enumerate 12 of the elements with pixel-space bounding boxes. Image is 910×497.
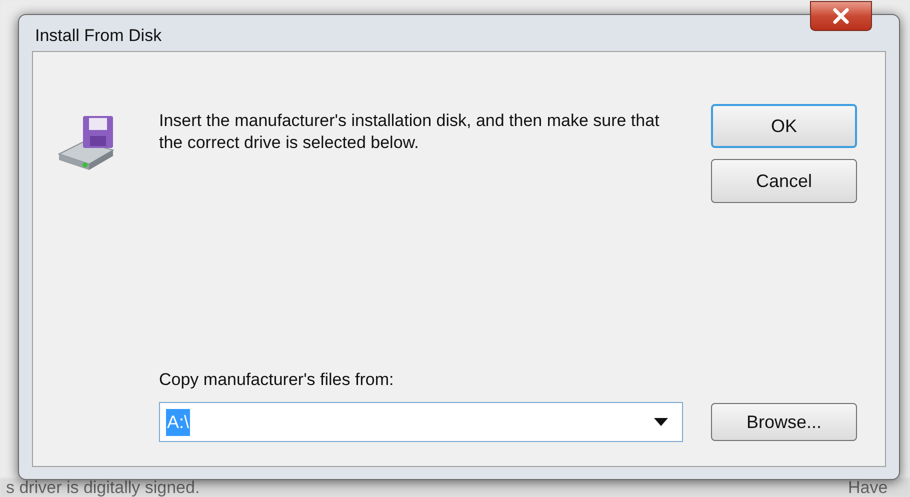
close-icon	[832, 8, 850, 24]
path-value: A:\	[166, 408, 190, 436]
source-label: Copy manufacturer's files from:	[159, 368, 395, 390]
dialog-button[interactable]: OK	[711, 104, 857, 148]
window-title: Install From Disk	[34, 25, 162, 48]
background-status-text: s driver is digitally signed.	[6, 478, 200, 497]
background-button-text: Have	[848, 478, 888, 497]
dropdown-arrow-icon	[654, 418, 668, 426]
dialog-button[interactable]: Cancel	[711, 159, 857, 203]
close-button[interactable]	[810, 1, 872, 31]
instruction-text: Insert the manufacturer's installation disk, and then make sure that the correct drive is selected below.	[159, 110, 660, 154]
browse-button[interactable]: Browse...	[711, 403, 857, 441]
